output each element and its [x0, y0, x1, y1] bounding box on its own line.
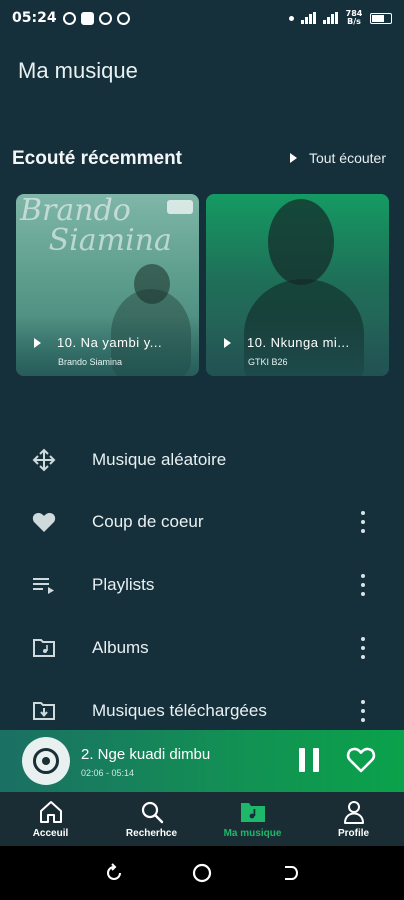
recent-apps-button[interactable]: [102, 861, 126, 885]
signal-icon: [301, 12, 316, 24]
more-options-icon[interactable]: [358, 637, 368, 659]
alarm-icon: [98, 11, 112, 25]
recent-card-artist: GTKI B26: [248, 357, 288, 367]
nav-home[interactable]: Acceuil: [0, 792, 101, 846]
menu-item-playlists[interactable]: Playlists: [0, 557, 404, 613]
blocked-icon: [116, 11, 130, 25]
page-title: Ma musique: [18, 58, 138, 83]
home-icon: [37, 799, 65, 825]
status-right: 784 B/s: [289, 10, 392, 26]
album-badge: [167, 200, 193, 214]
search-icon: [138, 799, 166, 825]
menu-item-albums[interactable]: Albums: [0, 620, 404, 676]
nav-profile[interactable]: Profile: [303, 792, 404, 846]
heart-outline-icon: [346, 747, 376, 773]
status-notification-icons: [62, 11, 130, 25]
recent-card-title-text: 10. Na yambi y...: [57, 335, 163, 350]
download-folder-icon: [30, 697, 58, 725]
bottom-nav: Acceuil Recherhce Ma musique Profile: [0, 792, 404, 846]
home-button[interactable]: [190, 861, 214, 885]
play-icon: [34, 337, 41, 348]
more-options-icon[interactable]: [358, 700, 368, 722]
playlist-icon: [30, 571, 58, 599]
notification-dot-icon: [289, 15, 294, 21]
battery-icon: [370, 12, 392, 24]
signal-2-icon: [323, 12, 338, 24]
recent-card-title: 10. Na yambi y...: [34, 335, 162, 350]
back-button[interactable]: [278, 861, 302, 885]
album-art-figure-head: [268, 199, 334, 285]
recent-card-title-text: 10. Nkunga mi...: [247, 335, 350, 350]
pause-button[interactable]: [299, 748, 319, 774]
nav-search[interactable]: Recherhce: [101, 792, 202, 846]
album-disc-icon: [22, 737, 70, 785]
youtube-icon: [80, 11, 94, 25]
heart-icon: [30, 508, 58, 536]
play-all-label: Tout écouter: [308, 150, 386, 166]
user-icon: [340, 799, 368, 825]
more-options-icon[interactable]: [358, 511, 368, 533]
player-track-title: 2. Nge kuadi dimbu: [81, 746, 211, 763]
mini-player[interactable]: 2. Nge kuadi dimbu 02:06 - 05:14: [0, 730, 404, 792]
recent-card[interactable]: Brando Siamina 10. Na yambi y... Brando …: [16, 194, 199, 376]
play-icon: [224, 337, 231, 348]
music-folder-icon: [239, 799, 267, 825]
recent-section-title: Ecouté récemment: [12, 148, 183, 169]
play-all-button[interactable]: Tout écouter: [289, 150, 386, 166]
menu-item-label: Musiques téléchargées: [92, 701, 267, 720]
play-icon: [289, 153, 297, 163]
album-folder-icon: [30, 634, 58, 662]
recent-apps-icon: [107, 863, 121, 880]
album-art-text: Brando Siamina: [20, 194, 172, 258]
system-nav-bar: [0, 846, 404, 900]
menu-item-label: Musique aléatoire: [92, 450, 227, 469]
play-circle-icon: [62, 11, 76, 25]
menu-item-label: Coup de coeur: [92, 512, 204, 531]
menu-item-label: Playlists: [92, 575, 155, 594]
nav-label: Ma musique: [223, 828, 282, 839]
favorite-button[interactable]: [346, 746, 376, 774]
menu-item-favorites[interactable]: Coup de coeur: [0, 494, 404, 550]
more-options-icon[interactable]: [358, 574, 368, 596]
status-time: 05:24: [12, 10, 57, 26]
recent-card-title: 10. Nkunga mi...: [224, 335, 350, 350]
menu-item-shuffle[interactable]: Musique aléatoire: [0, 432, 404, 488]
recent-card[interactable]: 10. Nkunga mi... GTKI B26: [206, 194, 389, 376]
recent-card-artist: Brando Siamina: [58, 357, 123, 367]
shuffle-icon: [30, 446, 58, 474]
nav-label: Recherhce: [125, 828, 178, 839]
back-icon: [285, 866, 298, 880]
nav-my-music[interactable]: Ma musique: [202, 792, 303, 846]
menu-item-label: Albums: [92, 638, 149, 657]
nav-label: Profile: [337, 828, 370, 839]
status-bar: 05:24 784 B/s: [0, 0, 404, 36]
home-circle-icon: [192, 863, 212, 883]
network-speed: 784 B/s: [345, 9, 363, 26]
album-art-figure-head: [134, 264, 170, 304]
nav-label: Acceuil: [32, 828, 69, 839]
player-time: 02:06 - 05:14: [81, 768, 135, 778]
